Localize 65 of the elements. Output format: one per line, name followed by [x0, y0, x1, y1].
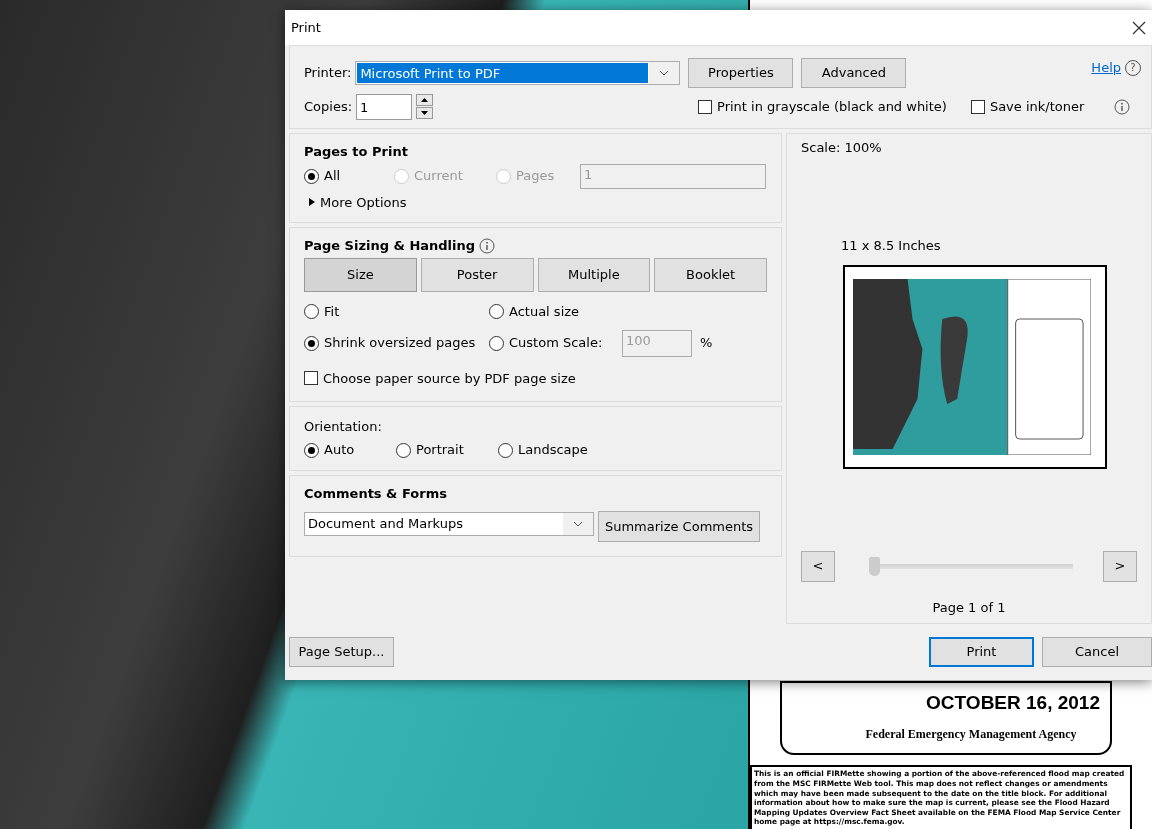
more-options-toggle[interactable]: More Options	[308, 192, 767, 213]
size-mode-tab[interactable]: Poster	[420, 258, 534, 293]
copies-label: Copies:	[304, 98, 353, 117]
cancel-button[interactable]: Cancel	[1042, 637, 1152, 667]
comments-dropdown[interactable]: Document and Markups	[304, 511, 594, 536]
printer-dropdown[interactable]: Microsoft Print to PDF	[355, 61, 681, 85]
scale-text: Scale: 100%	[801, 139, 883, 157]
radio-label: Auto	[324, 441, 355, 460]
checkbox-label: Save ink/toner	[989, 98, 1085, 117]
radio-button[interactable]	[304, 335, 319, 351]
caret-right-icon	[308, 198, 316, 207]
checkbox-label: Print in grayscale (black and white)	[717, 98, 947, 117]
copies-field[interactable]: 1	[356, 94, 413, 120]
radio-label: Shrink oversized pages	[324, 334, 476, 353]
previous-page-button[interactable]: <	[801, 550, 835, 582]
radio-label: Landscape	[518, 441, 588, 460]
radio-button[interactable]	[304, 304, 319, 320]
section-heading: Pages to Print	[304, 144, 409, 160]
properties-button[interactable]: Properties	[688, 58, 794, 88]
checkbox-label: Choose paper source by PDF page size	[323, 369, 576, 388]
dialog-title: Print	[291, 18, 321, 37]
size-mode-tab[interactable]: Multiple	[537, 258, 651, 293]
effective-date: OCTOBER 16, 2012	[925, 690, 1100, 715]
chevron-down-icon	[573, 520, 583, 527]
percent-label: %	[700, 334, 713, 353]
chevron-down-icon	[659, 70, 670, 76]
advanced-button[interactable]: Advanced	[801, 58, 907, 88]
page-count-text: Page 1 of 1	[931, 598, 1007, 617]
agency-name: Federal Emergency Management Agency	[864, 726, 1078, 744]
radio-label: Fit	[324, 303, 340, 322]
next-page-button[interactable]: >	[1103, 550, 1137, 582]
radio-button[interactable]	[304, 168, 319, 184]
arrow-down-icon	[421, 111, 429, 115]
info-icon	[479, 238, 496, 255]
checkbox[interactable]	[970, 100, 985, 114]
printer-label: Printer:	[304, 64, 352, 83]
radio-button[interactable]	[304, 442, 319, 458]
page-setup-button[interactable]: Page Setup...	[289, 637, 394, 667]
radio-button[interactable]	[489, 304, 504, 320]
info-icon	[1114, 99, 1131, 115]
radio-label: Pages	[516, 167, 555, 186]
radio-button[interactable]	[498, 442, 513, 458]
checkbox[interactable]	[698, 100, 713, 114]
arrow-up-icon	[421, 98, 429, 102]
section-heading: Orientation:	[304, 417, 383, 436]
slider-thumb[interactable]	[869, 556, 880, 576]
summarize-comments-button[interactable]: Summarize Comments	[598, 511, 760, 543]
print-button[interactable]: Print	[929, 637, 1034, 667]
radio-label: Actual size	[509, 303, 580, 322]
radio-button[interactable]	[396, 442, 411, 458]
checkbox[interactable]	[304, 371, 318, 386]
size-mode-tab[interactable]: Size	[304, 258, 417, 293]
radio-label: Current	[414, 167, 463, 186]
section-heading: Comments & Forms	[304, 485, 448, 502]
close-icon	[1132, 20, 1146, 35]
section-heading: Page Sizing & Handling	[304, 238, 476, 254]
radio-label: Portrait	[416, 441, 464, 460]
paper-size-text: 11 x 8.5 Inches	[841, 236, 942, 255]
spin-down-button[interactable]	[416, 107, 434, 119]
help-link[interactable]: Help	[1091, 58, 1121, 78]
size-mode-tab[interactable]: Booklet	[654, 258, 767, 293]
radio-label: All	[324, 167, 341, 186]
radio-button[interactable]	[489, 335, 504, 351]
spin-up-button[interactable]	[416, 94, 434, 106]
radio-label: Custom Scale:	[509, 334, 603, 353]
